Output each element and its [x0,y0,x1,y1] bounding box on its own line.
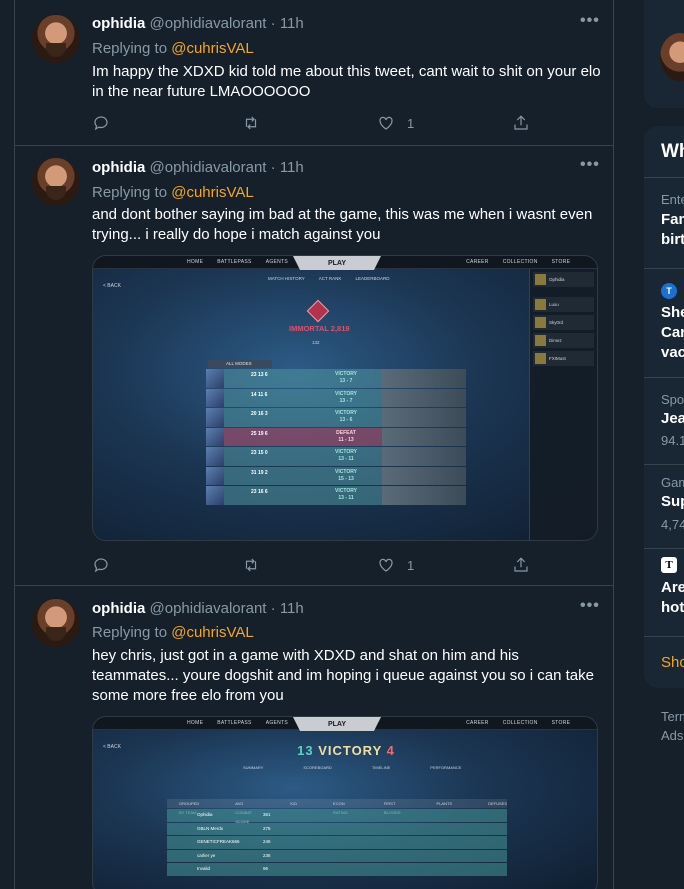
timeline-feed: ophidia @ophidiavalorant · 11h ••• Reply… [14,0,614,889]
share-button[interactable] [512,555,530,575]
like-count: 1 [407,115,415,131]
match-row: 14 11 6 VICTORY 13 - 7 [206,388,466,407]
mention-link[interactable]: @cuhrisVAL [171,624,253,641]
scoreboard-table: GROUPED BY TEAM AVG COMBAT SCORE K/D ECO… [167,799,507,876]
more-options-icon[interactable]: ••• [580,156,600,174]
trend-title[interactable]: Sup [661,492,684,512]
retweet-button[interactable] [242,113,260,133]
rank-rating: 132 [312,340,320,345]
match-row: 31 19 2 VICTORY 15 - 13 [206,466,466,485]
verified-source-icon: T [661,283,677,299]
play-button: PLAY [293,256,381,270]
retweet-icon [245,116,257,130]
trend-category: Ente [661,192,684,207]
mode-dropdown: ALL MODES [208,360,272,368]
like-count: 1 [407,557,415,573]
trend-title[interactable]: Fam [661,210,684,230]
avatar[interactable] [660,33,684,81]
friend-item: Luxu [533,297,594,312]
tweet[interactable]: ophidia @ophidiavalorant · 11h ••• Reply… [15,586,613,889]
like-button[interactable]: 1 [377,555,414,575]
retweet-button[interactable] [242,555,260,575]
replying-to: Replying to @cuhrisVAL [92,624,254,641]
match-history-screenshot[interactable]: HOME BATTLEPASS AGENTS CAREER COLLECTION… [92,255,598,541]
mention-link[interactable]: @cuhrisVAL [171,40,253,57]
section-title: Wh [661,141,684,162]
rank-icon [306,299,330,323]
friend-item: Ophidia [533,272,594,287]
display-name[interactable]: ophidia [92,600,145,617]
like-button[interactable]: 1 [377,113,414,133]
display-name[interactable]: ophidia [92,15,145,32]
match-row: 25 19 6 DEFEAT 11 - 13 [206,427,466,446]
game-tabs: MATCH HISTORY ACT RANK LEADERBOARD [268,276,390,281]
scoreboard-tabs: SUMMARY SCOREBOARD TIMELINE PERFORMANCE [243,765,462,770]
rank-name: IMMORTAL 2,819 [289,324,350,333]
heart-icon [379,558,393,572]
match-list: 23 13 6 VICTORY 13 - 7 14 11 6 VICTORY 13 - … [206,369,466,506]
news-source-icon: T [661,557,677,573]
sidebar-card [644,0,684,108]
user-handle[interactable]: @ophidiavalorant [150,159,267,176]
share-icon [514,557,528,572]
tweet[interactable]: ophidia @ophidiavalorant · 11h ••• Reply… [15,146,613,586]
match-result: 13 VICTORY 4 [297,743,395,758]
user-handle[interactable]: @ophidiavalorant [150,15,267,32]
user-handle[interactable]: @ophidiavalorant [150,600,267,617]
reply-icon [94,558,108,573]
trend-category: Gam [661,475,684,490]
back-button: < BACK [103,283,121,289]
scoreboard-header: GROUPED BY TEAM AVG COMBAT SCORE K/D ECO… [167,799,507,824]
player-row: GENETICFREAK666 246 [167,836,507,849]
tweet-text: Im happy the XDXD kid told me about this… [92,63,601,100]
share-icon [514,115,528,130]
trend-title[interactable]: Are [661,578,684,598]
player-row: GBLN Merdx 275 [167,822,507,835]
play-button: PLAY [293,717,381,731]
timestamp[interactable]: 11h [280,159,304,176]
replying-to: Replying to @cuhrisVAL [92,40,254,57]
timestamp[interactable]: 11h [280,600,304,617]
scoreboard-screenshot[interactable]: HOME BATTLEPASS AGENTS CAREER COLLECTION… [92,716,598,889]
friends-panel: Ophidia Luxu Sky0rd Dimez FXIMust [529,269,597,540]
friend-item: Sky0rd [533,315,594,330]
trend-title[interactable]: Jea [661,409,684,429]
replying-to: Replying to @cuhrisVAL [92,184,254,201]
reply-button[interactable] [92,555,110,575]
player-row: carlier ye 236 [167,849,507,862]
more-options-icon[interactable]: ••• [580,12,600,30]
tweet[interactable]: ophidia @ophidiavalorant · 11h ••• Reply… [15,0,613,146]
avatar[interactable] [32,158,80,206]
reply-icon [94,116,108,131]
friend-item: Dimez [533,333,594,348]
tweet-actions: 1 [92,555,532,575]
trend-title[interactable]: She [661,303,684,323]
retweet-icon [245,558,257,572]
friend-item: FXIMust [533,351,594,366]
player-row: Invalid 96 [167,863,507,876]
show-more-link[interactable]: Sho [661,654,684,671]
tweet-actions: 1 [92,113,532,133]
share-button[interactable] [512,113,530,133]
footer-link[interactable]: Term [661,709,684,724]
player-row: Ophidia 361 [167,809,507,822]
match-row: 23 16 6 VICTORY 13 - 11 [206,486,466,505]
trend-category: Spo [661,392,684,407]
match-row: 20 16 3 VICTORY 13 - 6 [206,408,466,427]
tweet-text: and dont bother saying im bad at the gam… [92,206,593,243]
footer-link[interactable]: Ads [661,728,683,743]
heart-icon [379,116,393,130]
more-options-icon[interactable]: ••• [580,597,600,615]
avatar[interactable] [32,599,80,647]
match-row: 23 15 0 VICTORY 13 - 11 [206,447,466,466]
mention-link[interactable]: @cuhrisVAL [171,184,253,201]
tweet-text: hey chris, just got in a game with XDXD … [92,647,594,704]
match-row: 23 13 6 VICTORY 13 - 7 [206,369,466,388]
display-name[interactable]: ophidia [92,159,145,176]
avatar[interactable] [32,15,80,63]
timestamp[interactable]: 11h [280,15,304,32]
reply-button[interactable] [92,113,110,133]
